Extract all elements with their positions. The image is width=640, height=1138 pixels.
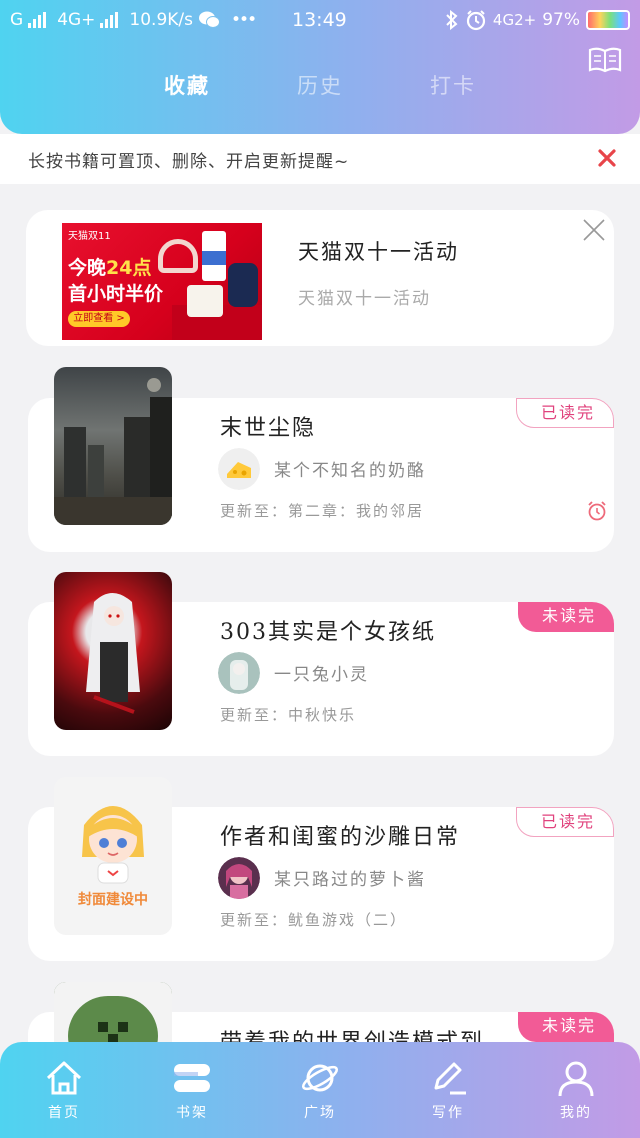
more-indicator: ••• <box>231 10 257 30</box>
ad-subtitle: 天猫双十一活动 <box>298 289 431 309</box>
alarm-status-icon <box>466 10 486 31</box>
book-title: 303其实是个女孩纸 <box>220 620 436 645</box>
pencil-icon <box>434 1062 466 1095</box>
tab-label: 写作 <box>432 1105 464 1121</box>
ad-image[interactable]: 天猫双11 今晚24点 首小时半价 立即查看 > <box>62 223 262 340</box>
top-tabs: 收藏 历史 打卡 <box>0 70 640 106</box>
battery-percent: 97% <box>542 10 580 30</box>
alarm-icon[interactable] <box>586 500 608 522</box>
header: G 4G+ 10.9K/s ••• 13:49 4G2+ 97% 收藏 历史 打… <box>0 0 640 134</box>
ad-view-button[interactable]: 立即查看 > <box>68 311 130 327</box>
planet-icon <box>301 1064 339 1092</box>
headphones-image <box>158 239 198 273</box>
network-label-2: 4G2+ <box>492 11 537 29</box>
tab-label: 首页 <box>48 1105 80 1121</box>
clock: 13:49 <box>292 9 347 31</box>
tip-text: 长按书籍可置顶、删除、开启更新提醒~ <box>28 151 350 172</box>
close-icon[interactable] <box>598 149 616 167</box>
signal-icon <box>28 12 47 28</box>
ad-card[interactable]: 天猫双11 今晚24点 首小时半价 立即查看 > 天猫双十一活动 天猫双十一活动 <box>26 210 614 346</box>
tab-history[interactable]: 历史 <box>297 70 343 100</box>
book-author: 一只兔小灵 <box>274 665 369 685</box>
ad-tag: 天猫双11 <box>68 231 111 242</box>
bottom-tab-bar: 首页 书架 广场 写作 我的 <box>0 1042 640 1138</box>
tip-banner: 长按书籍可置顶、删除、开启更新提醒~ <box>0 134 640 184</box>
ad-line-1: 今晚24点 <box>68 257 152 279</box>
tab-write[interactable]: 写作 <box>400 1042 496 1138</box>
author-avatar <box>218 652 260 694</box>
network-speed: 10.9K/s <box>129 10 194 30</box>
book-update: 更新至：鱿鱼游戏（二） <box>220 911 408 929</box>
tab-checkin[interactable]: 打卡 <box>430 70 476 100</box>
tab-home[interactable]: 首页 <box>16 1042 112 1138</box>
wechat-icon <box>199 11 221 28</box>
read-status-badge: 未读完 <box>517 1012 614 1042</box>
home-icon <box>46 1061 82 1095</box>
author-avatar <box>218 857 260 899</box>
cream-jar-image <box>187 285 223 317</box>
network-label: 4G+ <box>57 10 96 30</box>
book-cover[interactable]: 封面建设中 <box>54 777 172 935</box>
read-status-badge: 未读完 <box>517 602 614 632</box>
shaver-image <box>228 263 258 307</box>
status-bar: G 4G+ 10.9K/s ••• 13:49 4G2+ 97% <box>0 0 640 40</box>
book-icon[interactable] <box>588 46 622 74</box>
tab-label: 广场 <box>304 1105 336 1121</box>
user-icon <box>558 1061 594 1097</box>
book-update: 更新至：中秋快乐 <box>220 706 357 724</box>
tab-bookshelf[interactable]: 书架 <box>144 1042 240 1138</box>
tab-square[interactable]: 广场 <box>272 1042 368 1138</box>
signal-icon-2 <box>100 12 119 28</box>
author-avatar <box>218 448 260 490</box>
book-cover[interactable] <box>54 572 172 730</box>
book-title: 末世尘隐 <box>220 416 317 441</box>
tab-label: 书架 <box>176 1105 208 1121</box>
read-status-badge: 已读完 <box>515 398 614 428</box>
book-title: 作者和闺蜜的沙雕日常 <box>220 825 461 850</box>
product-bottle-image <box>202 231 226 281</box>
read-status-badge: 已读完 <box>515 807 614 837</box>
book-cover[interactable] <box>54 367 172 525</box>
bluetooth-icon <box>446 9 458 31</box>
tab-favorites[interactable]: 收藏 <box>164 70 210 100</box>
tab-me[interactable]: 我的 <box>528 1042 624 1138</box>
book-author: 某只路过的萝卜酱 <box>274 870 426 890</box>
book-author: 某个不知名的奶酪 <box>274 461 426 481</box>
bookshelf-icon <box>174 1064 210 1092</box>
battery-icon <box>586 10 630 30</box>
ad-line-2: 首小时半价 <box>68 283 164 305</box>
close-icon[interactable] <box>582 218 606 242</box>
carrier-label: G <box>10 10 24 30</box>
book-update: 更新至：第二章：我的邻居 <box>220 502 425 520</box>
ad-title: 天猫双十一活动 <box>298 240 459 264</box>
tab-label: 我的 <box>560 1105 592 1121</box>
cover-placeholder-text: 封面建设中 <box>78 892 148 908</box>
